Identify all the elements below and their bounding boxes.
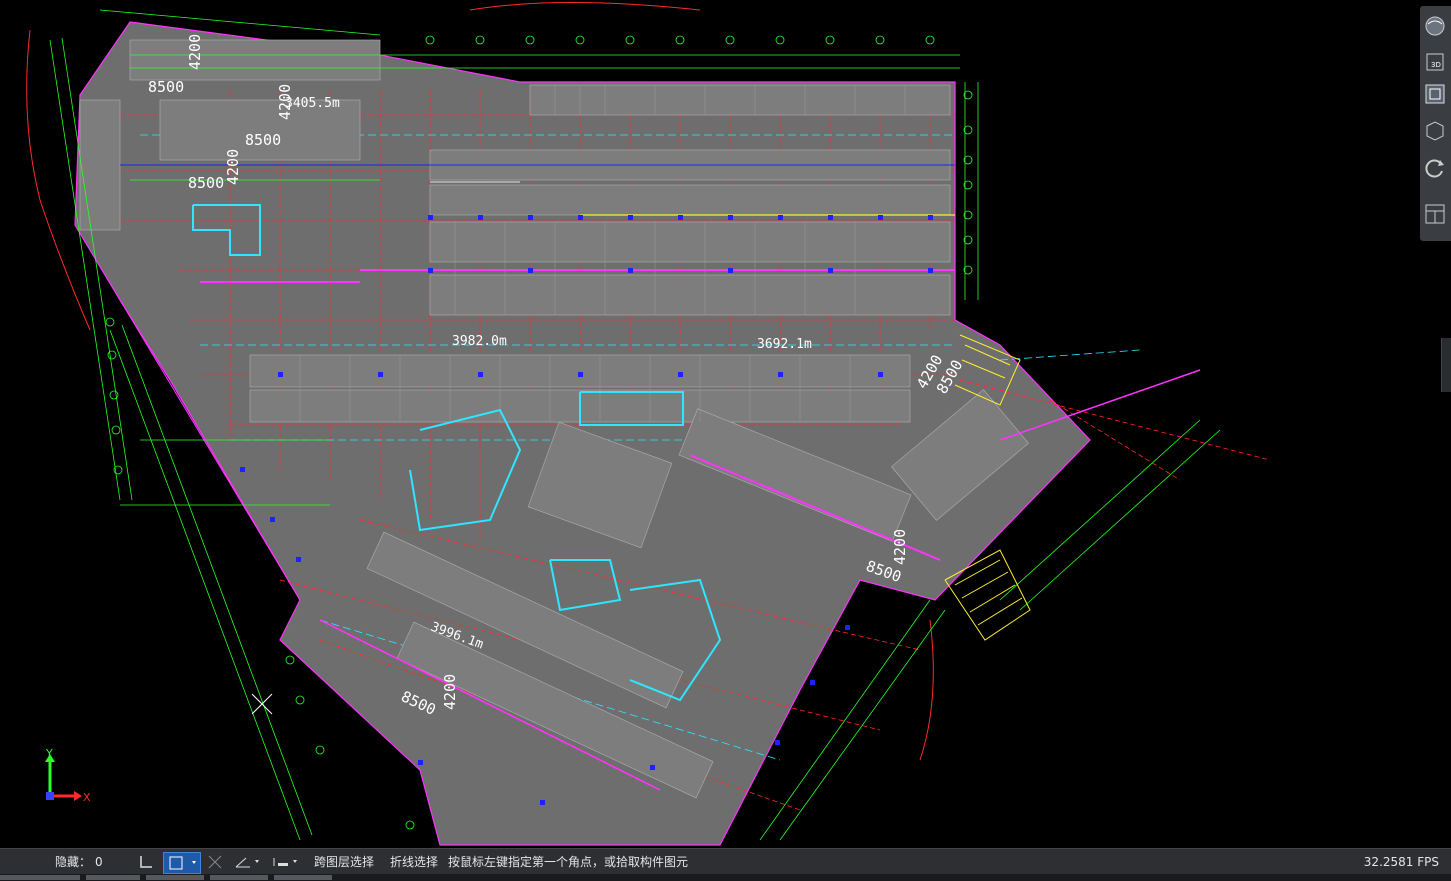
status-bar: 隐藏： 0 跨图层选择 折线选择 按鼠标左键指定第一个角点，或拾取构件图元 32… [0,848,1451,875]
drawing-canvas[interactable]: 3405.5m 3982.0m 3692.1m 3996.1m 8500 420… [0,0,1451,848]
layout-icon[interactable] [1423,202,1447,226]
dim-label: 8500 [245,131,281,149]
cross-select-icon[interactable] [205,852,225,872]
navigation-bar: 3D [1420,6,1451,241]
dim-label: 4200 [186,34,204,70]
angle-tool-icon[interactable] [232,852,264,872]
dim-label: 4200 [224,149,242,185]
svg-text:3D: 3D [1431,61,1441,69]
orbit-icon[interactable] [1423,14,1447,38]
3d-view-icon[interactable]: 3D [1423,50,1447,74]
dim-label: 4200 [441,674,459,710]
box-select-button[interactable] [163,852,201,874]
floor-plan[interactable]: 3405.5m 3982.0m 3692.1m 3996.1m 8500 420… [0,0,1451,848]
dim-label: 4200 [891,529,909,565]
top-view-icon[interactable] [1423,82,1447,106]
command-prompt: 按鼠标左键指定第一个角点，或拾取构件图元 [448,855,689,869]
hidden-count: 0 [95,855,103,869]
axis-y-label: Y [45,748,53,760]
area-label: 3692.1m [757,337,812,352]
rotate-icon[interactable] [1423,156,1447,180]
side-panel-handle[interactable] [1441,338,1451,392]
crosshair-cursor [251,693,273,715]
hidden-label: 隐藏： [55,855,92,869]
dim-label: 8500 [148,78,184,96]
area-label: 3982.0m [452,334,507,349]
polyline-select-button[interactable]: 折线选择 [390,849,438,875]
dim-label: 8500 [188,174,224,192]
axis-x-label: X [83,791,91,804]
layer-tool-icon[interactable] [270,852,302,872]
iso-view-icon[interactable] [1423,118,1447,142]
dim-label: 4200 [276,84,294,120]
fps-readout: 32.2581 FPS [1363,855,1439,869]
bottom-tab-strip [0,874,1451,881]
cross-layer-select-button[interactable]: 跨图层选择 [314,849,374,875]
ortho-icon[interactable] [137,852,155,872]
